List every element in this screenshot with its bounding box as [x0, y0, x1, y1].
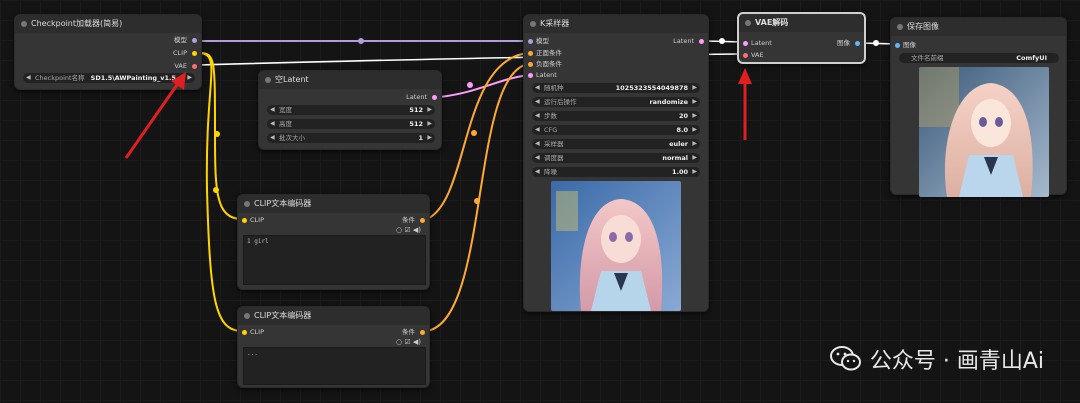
input-negative-label: 负面条件 [536, 60, 562, 68]
input-latent-pin[interactable] [528, 73, 533, 78]
filename-prefix-widget[interactable]: 文件名前缀 ComfyUI [899, 53, 1059, 63]
input-clip-label: CLIP [250, 328, 264, 336]
input-vae-pin[interactable] [743, 53, 748, 58]
output-latent-label: Latent [406, 93, 427, 101]
scheduler-widget[interactable]: ◀ 调度器 normal ▶ [532, 153, 700, 163]
output-clip-pin[interactable] [192, 51, 197, 56]
collapse-dot-icon[interactable] [244, 201, 250, 207]
output-latent-label: Latent [673, 37, 694, 45]
width-widget[interactable]: ◀ 宽度 512 ▶ [267, 105, 435, 115]
collapse-dot-icon[interactable] [530, 21, 536, 27]
input-model-label: 模型 [536, 37, 549, 45]
clip-text-encode-negative-node[interactable]: CLIP文本编码器 CLIP 条件 ○ ☑ ◀) ... [237, 306, 430, 388]
arrow-left-icon[interactable]: ◀ [26, 73, 31, 83]
vae-decode-node[interactable]: VAE解码 Latent VAE 图像 [737, 12, 866, 64]
denoise-widget[interactable]: ◀ 降噪 1.00 ▶ [532, 167, 700, 177]
empty-latent-node[interactable]: 空Latent Latent ◀ 宽度 512 ▶ ◀ 高度 512 ▶ ◀ 批次大小 1 ▶ [258, 70, 442, 150]
ksampler-node[interactable]: K采样器 模型 正面条件 负面条件 Latent Latent ◀ 随机种 1025… [523, 14, 709, 312]
ckpt-name-combo[interactable]: ◀ Checkpoint名称 SD1.5\AWPainting_v1.5... … [23, 73, 195, 83]
input-clip-pin[interactable] [242, 330, 247, 335]
input-negative-pin[interactable] [528, 62, 533, 67]
collapse-dot-icon[interactable] [265, 77, 271, 83]
collapse-dot-icon[interactable] [897, 24, 903, 30]
wechat-icon [829, 346, 861, 371]
prompt-textarea[interactable]: ... [243, 347, 426, 385]
output-image-label: 图像 [837, 39, 850, 47]
output-vae-label: VAE [174, 62, 187, 70]
watermark: 公众号 · 画青山Ai [829, 343, 1044, 375]
output-vae-pin[interactable] [192, 64, 197, 69]
node-title: VAE解码 [739, 14, 864, 32]
node-title: CLIP文本编码器 [238, 307, 429, 325]
height-widget[interactable]: ◀ 高度 512 ▶ [267, 119, 435, 129]
arrow-right-icon[interactable]: ▶ [187, 73, 192, 83]
output-conditioning-pin[interactable] [420, 330, 425, 335]
node-title: Checkpoint加载器(简易) [15, 15, 201, 33]
input-latent-label: Latent [536, 71, 557, 79]
output-conditioning-label: 条件 [402, 216, 415, 224]
input-latent-label: Latent [751, 39, 772, 47]
input-positive-pin[interactable] [528, 51, 533, 56]
input-latent-pin[interactable] [743, 41, 748, 46]
input-clip-label: CLIP [250, 216, 264, 224]
prompt-textarea[interactable]: 1 girl [243, 235, 426, 285]
output-clip-label: CLIP [173, 49, 187, 57]
node-title: 空Latent [259, 71, 441, 89]
seed-widget[interactable]: ◀ 随机种 1025323554049878 ▶ [532, 83, 700, 93]
node-title: 保存图像 [891, 18, 1066, 36]
collapse-dot-icon[interactable] [745, 20, 751, 26]
sampler-widget[interactable]: ◀ 采样器 euler ▶ [532, 139, 700, 149]
wire-clip-neg [199, 52, 243, 332]
batch-size-widget[interactable]: ◀ 批次大小 1 ▶ [267, 133, 435, 143]
collapse-dot-icon[interactable] [21, 21, 27, 27]
node-title: CLIP文本编码器 [238, 195, 429, 213]
input-image-pin[interactable] [895, 43, 900, 48]
output-model-label: 模型 [174, 36, 187, 44]
collapse-dot-icon[interactable] [244, 313, 250, 319]
cfg-widget[interactable]: ◀ CFG 8.0 ▶ [532, 125, 700, 135]
output-image [919, 67, 1049, 197]
input-positive-label: 正面条件 [536, 49, 562, 57]
save-image-node[interactable]: 保存图像 图像 文件名前缀 ComfyUI [890, 17, 1067, 197]
wire-latent [439, 74, 529, 98]
clip-text-encode-positive-node[interactable]: CLIP文本编码器 CLIP 条件 ○ ☑ ◀) 1 girl [237, 194, 430, 290]
input-clip-pin[interactable] [242, 218, 247, 223]
input-image-label: 图像 [903, 41, 916, 49]
output-conditioning-label: 条件 [402, 328, 415, 336]
output-conditioning-pin[interactable] [420, 218, 425, 223]
control-after-generate-widget[interactable]: ◀ 运行后操作 randomize ▶ [532, 97, 700, 107]
watermark-text: 公众号 · 画青山Ai [869, 349, 1044, 374]
input-vae-label: VAE [751, 51, 764, 59]
node-title: K采样器 [524, 15, 708, 33]
output-latent-pin[interactable] [432, 95, 437, 100]
output-model-pin[interactable] [192, 38, 197, 43]
textarea-tools[interactable]: ○ ☑ ◀) [396, 338, 421, 346]
checkpoint-loader-node[interactable]: Checkpoint加载器(简易) 模型 CLIP VAE ◀ Checkpoi… [14, 14, 202, 90]
output-latent-pin[interactable] [699, 39, 704, 44]
output-image-pin[interactable] [855, 41, 860, 46]
textarea-tools[interactable]: ○ ☑ ◀) [396, 226, 421, 234]
steps-widget[interactable]: ◀ 步数 20 ▶ [532, 111, 700, 121]
preview-image [551, 181, 681, 311]
input-model-pin[interactable] [528, 39, 533, 44]
